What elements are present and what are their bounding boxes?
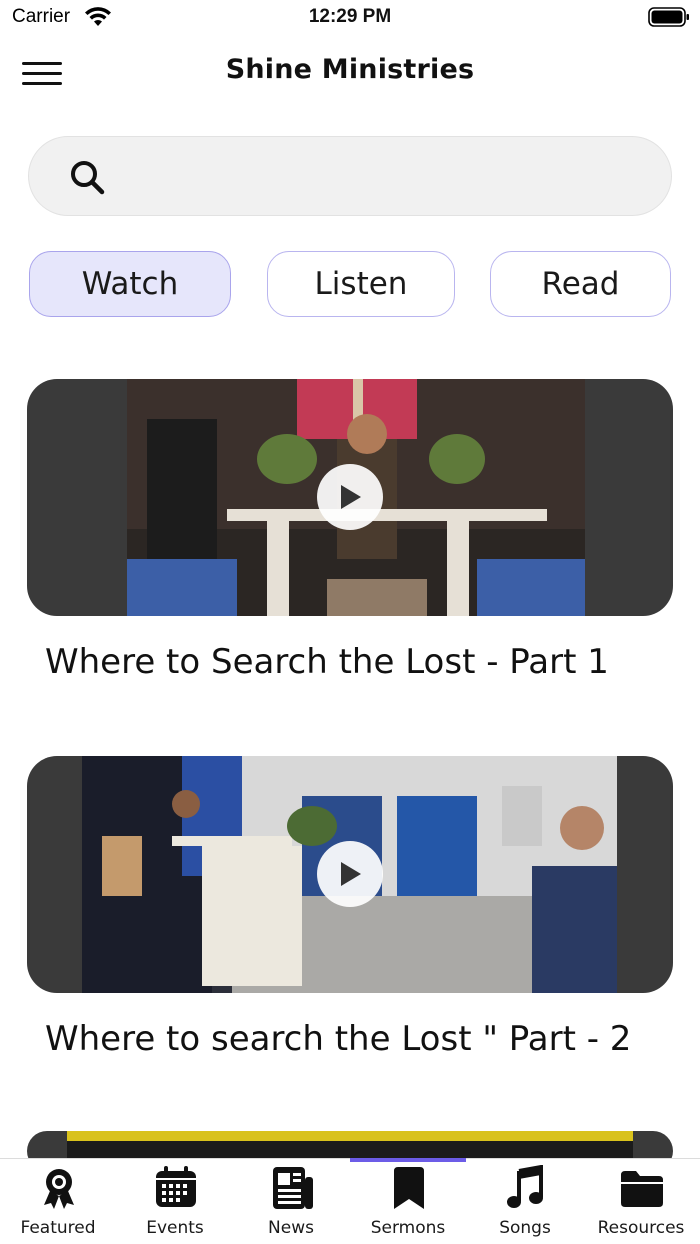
video-title[interactable]: Where to Search the Lost - Part 1 xyxy=(45,642,609,682)
tabbar-item-sermons[interactable]: Sermons xyxy=(350,1159,466,1244)
tabbar-label: Resources xyxy=(597,1218,685,1238)
play-button[interactable] xyxy=(317,464,383,530)
play-icon xyxy=(341,862,361,886)
search-icon xyxy=(71,161,105,195)
calendar-icon xyxy=(156,1166,196,1207)
tab-listen[interactable]: Listen xyxy=(267,251,455,317)
tabbar-label: Songs xyxy=(499,1218,551,1238)
tabbar-label: Featured xyxy=(20,1218,96,1238)
music-note-icon xyxy=(507,1165,543,1208)
video-thumbnail[interactable] xyxy=(27,379,673,616)
tabbar-label: News xyxy=(268,1218,314,1238)
status-bar: Carrier 12:29 PM xyxy=(0,0,700,36)
search-input[interactable] xyxy=(125,155,645,199)
bottom-tab-bar: Featured Events News Sermons Songs Resou… xyxy=(0,1158,700,1244)
search-bar[interactable] xyxy=(28,136,672,216)
award-ribbon-icon xyxy=(44,1169,74,1209)
tab-watch[interactable]: Watch xyxy=(29,251,231,317)
tabbar-item-events[interactable]: Events xyxy=(117,1159,233,1244)
tabbar-item-featured[interactable]: Featured xyxy=(0,1159,116,1244)
video-thumbnail[interactable] xyxy=(27,756,673,993)
bookmark-icon xyxy=(394,1167,424,1209)
tabbar-label: Events xyxy=(146,1218,204,1238)
video-title[interactable]: Where to search the Lost " Part - 2 xyxy=(45,1019,631,1059)
tab-read[interactable]: Read xyxy=(490,251,671,317)
tabbar-label: Sermons xyxy=(370,1218,446,1238)
tabbar-item-resources[interactable]: Resources xyxy=(583,1159,699,1244)
play-button[interactable] xyxy=(317,841,383,907)
play-icon xyxy=(341,485,361,509)
tabbar-item-songs[interactable]: Songs xyxy=(467,1159,583,1244)
page-title: Shine Ministries xyxy=(225,54,475,85)
app-header: Shine Ministries xyxy=(0,42,700,102)
folder-icon xyxy=(621,1171,663,1207)
battery-icon xyxy=(648,7,689,27)
tabbar-item-news[interactable]: News xyxy=(233,1159,349,1244)
clock: 12:29 PM xyxy=(308,6,392,27)
newspaper-icon xyxy=(273,1167,313,1209)
